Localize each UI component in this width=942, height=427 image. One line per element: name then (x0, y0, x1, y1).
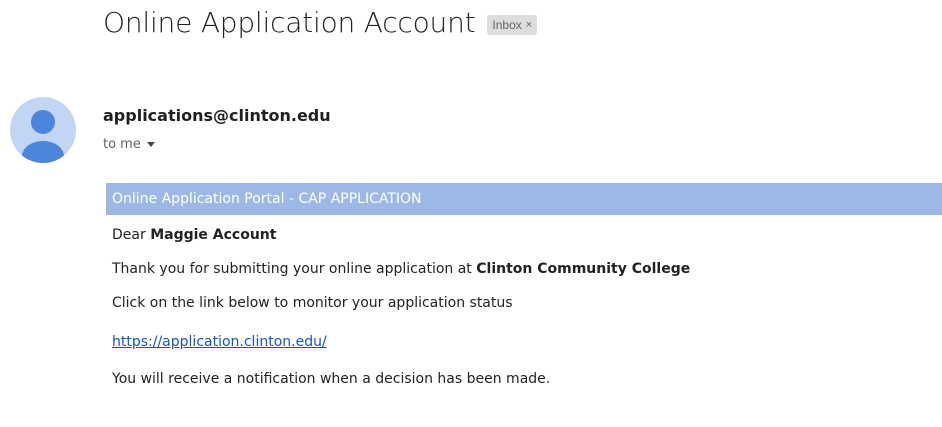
portal-banner: Online Application Portal - CAP APPLICAT… (106, 183, 942, 215)
default-user-avatar-icon[interactable] (10, 97, 76, 163)
recipient-label: to me (103, 137, 141, 152)
thanks-prefix: Thank you for submitting your online app… (112, 261, 477, 277)
recipient-details-toggle[interactable]: to me (103, 137, 155, 152)
caret-down-icon[interactable] (146, 142, 155, 147)
inbox-label-text: Inbox (492, 17, 522, 32)
email-subject: Online Application Account (103, 6, 476, 39)
inbox-label-chip[interactable]: Inbox × (487, 14, 538, 35)
email-body: Online Application Portal - CAP APPLICAT… (106, 183, 942, 387)
greeting-prefix: Dear (112, 227, 151, 243)
college-name: Clinton Community College (476, 261, 691, 277)
close-icon[interactable]: × (526, 17, 532, 33)
email-subject-row: Online Application Account Inbox × (103, 6, 538, 39)
thanks-line: Thank you for submitting your online app… (112, 261, 690, 277)
status-link-line: https://application.clinton.edu/ (112, 334, 327, 350)
notification-line: You will receive a notification when a d… (112, 371, 551, 387)
greeting-line: Dear Maggie Account (112, 227, 276, 243)
application-status-link[interactable]: https://application.clinton.edu/ (112, 334, 327, 350)
applicant-name: Maggie Account (150, 227, 277, 243)
sender-address[interactable]: applications@clinton.edu (103, 106, 331, 125)
instruction-line: Click on the link below to monitor your … (112, 295, 513, 311)
